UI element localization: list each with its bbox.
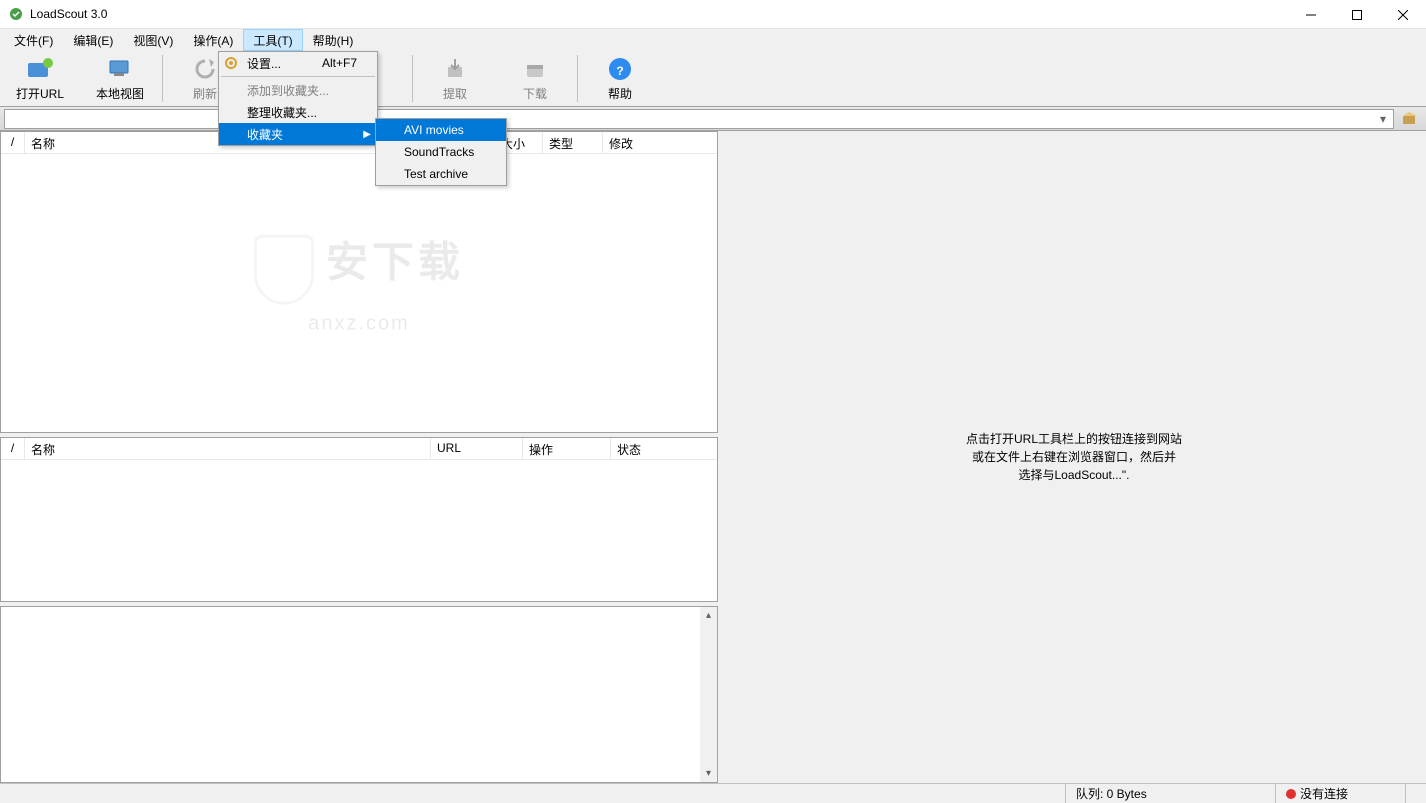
location-bar: ▾ bbox=[0, 107, 1426, 131]
status-connection: 没有连接 bbox=[1275, 784, 1405, 803]
open-url-label: 打开URL bbox=[16, 85, 64, 102]
col-status[interactable]: 状态 bbox=[611, 438, 717, 459]
gear-icon bbox=[223, 55, 239, 71]
menu-view[interactable]: 视图(V) bbox=[123, 29, 183, 51]
extract-icon bbox=[439, 55, 471, 83]
col-modified[interactable]: 修改 bbox=[603, 132, 717, 153]
toolbar: 打开URL 本地视图 刷新 提取 下载 ? 帮助 bbox=[0, 51, 1426, 107]
address-dropdown-icon[interactable]: ▾ bbox=[1375, 111, 1391, 127]
local-view-icon bbox=[104, 55, 136, 83]
favorites-submenu: AVI movies SoundTracks Test archive bbox=[375, 118, 507, 186]
fav-test-archive[interactable]: Test archive bbox=[376, 163, 506, 185]
extract-label: 提取 bbox=[443, 85, 467, 102]
col-slash[interactable]: / bbox=[1, 132, 25, 153]
preview-pane: 点击打开URL工具栏上的按钮连接到网站 或在文件上右键在浏览器窗口，然后并 选择… bbox=[722, 131, 1426, 783]
col-operation[interactable]: 操作 bbox=[523, 438, 611, 459]
menu-edit[interactable]: 编辑(E) bbox=[63, 29, 123, 51]
menu-action[interactable]: 操作(A) bbox=[183, 29, 243, 51]
menu-tools[interactable]: 工具(T) bbox=[243, 29, 302, 51]
menu-bar: 文件(F) 编辑(E) 视图(V) 操作(A) 工具(T) 帮助(H) bbox=[0, 29, 1426, 51]
scroll-up-icon[interactable]: ▴ bbox=[700, 607, 717, 624]
submenu-arrow-icon: ▶ bbox=[363, 129, 371, 140]
local-view-button[interactable]: 本地视图 bbox=[80, 51, 160, 106]
help-icon: ? bbox=[604, 55, 636, 83]
open-url-button[interactable]: 打开URL bbox=[0, 51, 80, 106]
refresh-icon bbox=[189, 55, 221, 83]
app-icon bbox=[8, 6, 24, 22]
menu-add-favorite[interactable]: 添加到收藏夹... bbox=[219, 79, 377, 101]
extract-button[interactable]: 提取 bbox=[415, 51, 495, 106]
toolbar-separator bbox=[577, 55, 578, 102]
download-label: 下载 bbox=[523, 85, 547, 102]
scroll-down-icon[interactable]: ▾ bbox=[700, 765, 717, 782]
close-button[interactable] bbox=[1380, 0, 1426, 29]
toolbar-separator bbox=[162, 55, 163, 102]
status-bar: 队列: 0 Bytes 没有连接 bbox=[0, 783, 1426, 803]
fav-soundtracks[interactable]: SoundTracks bbox=[376, 141, 506, 163]
menu-settings[interactable]: 设置... Alt+F7 bbox=[219, 52, 377, 74]
file-list-pane: / 名称 大小 类型 修改 安下载 anxz.com bbox=[0, 131, 718, 433]
no-connection-icon bbox=[1286, 789, 1296, 799]
menu-favorites[interactable]: 收藏夹 ▶ bbox=[219, 123, 377, 145]
download-icon bbox=[519, 55, 551, 83]
fav-avi-movies[interactable]: AVI movies bbox=[376, 119, 506, 141]
toolbar-separator bbox=[412, 55, 413, 102]
main-area: / 名称 大小 类型 修改 安下载 anxz.com / 名称 URL 操作 状… bbox=[0, 131, 1426, 783]
title-bar: LoadScout 3.0 bbox=[0, 0, 1426, 29]
open-url-icon bbox=[24, 55, 56, 83]
go-button[interactable] bbox=[1398, 109, 1422, 129]
watermark: 安下载 anxz.com bbox=[254, 229, 464, 336]
menu-file[interactable]: 文件(F) bbox=[4, 29, 63, 51]
address-input[interactable]: ▾ bbox=[4, 109, 1394, 129]
minimize-button[interactable] bbox=[1288, 0, 1334, 29]
left-column: / 名称 大小 类型 修改 安下载 anxz.com / 名称 URL 操作 状… bbox=[0, 131, 718, 783]
status-queue: 队列: 0 Bytes bbox=[1065, 784, 1275, 803]
menu-help[interactable]: 帮助(H) bbox=[303, 29, 364, 51]
task-list-pane: / 名称 URL 操作 状态 bbox=[0, 437, 718, 602]
help-button[interactable]: ? 帮助 bbox=[580, 51, 660, 106]
refresh-label: 刷新 bbox=[193, 85, 217, 102]
log-pane: ▴ ▾ bbox=[0, 606, 718, 783]
menu-organize-favorites[interactable]: 整理收藏夹... bbox=[219, 101, 377, 123]
hint-text: 点击打开URL工具栏上的按钮连接到网站 或在文件上右键在浏览器窗口，然后并 选择… bbox=[966, 430, 1182, 484]
window-controls bbox=[1288, 0, 1426, 29]
maximize-button[interactable] bbox=[1334, 0, 1380, 29]
col-url[interactable]: URL bbox=[431, 438, 523, 459]
col-type[interactable]: 类型 bbox=[543, 132, 603, 153]
help-label: 帮助 bbox=[608, 85, 632, 102]
window-title: LoadScout 3.0 bbox=[30, 7, 107, 21]
tools-dropdown: 设置... Alt+F7 添加到收藏夹... 整理收藏夹... 收藏夹 ▶ AV… bbox=[218, 51, 378, 146]
resize-grip[interactable] bbox=[1405, 784, 1426, 803]
download-button[interactable]: 下载 bbox=[495, 51, 575, 106]
task-list-header: / 名称 URL 操作 状态 bbox=[1, 438, 717, 460]
col-name2[interactable]: 名称 bbox=[25, 438, 431, 459]
local-view-label: 本地视图 bbox=[96, 85, 144, 102]
col-slash2[interactable]: / bbox=[1, 438, 25, 459]
svg-text:?: ? bbox=[616, 64, 623, 78]
log-scrollbar[interactable]: ▴ ▾ bbox=[700, 607, 717, 782]
